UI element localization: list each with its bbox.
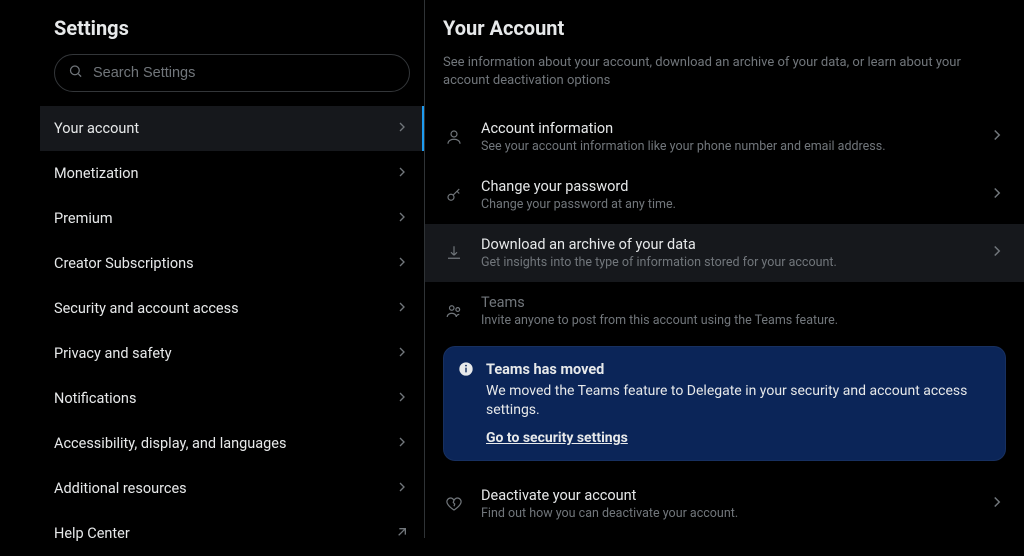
users-icon bbox=[443, 302, 465, 320]
nav-label: Security and account access bbox=[54, 300, 239, 317]
search-box bbox=[54, 54, 410, 92]
info-body: We moved the Teams feature to Delegate i… bbox=[486, 382, 991, 420]
chevron-right-icon bbox=[394, 254, 410, 274]
settings-title: Settings bbox=[40, 10, 424, 54]
row-body: Deactivate your account Find out how you… bbox=[481, 487, 972, 521]
row-sub: See your account information like your p… bbox=[481, 139, 972, 154]
nav-label: Your account bbox=[54, 120, 139, 137]
page-title: Your Account bbox=[425, 10, 1024, 54]
nav-label: Help Center bbox=[54, 525, 130, 542]
chevron-right-icon bbox=[394, 344, 410, 364]
nav-notifications[interactable]: Notifications bbox=[40, 376, 424, 421]
row-title: Teams bbox=[481, 294, 1006, 311]
settings-sidebar: Settings Your account Monetization Premi… bbox=[0, 0, 425, 538]
nav-label: Additional resources bbox=[54, 480, 187, 497]
row-body: Download an archive of your data Get ins… bbox=[481, 236, 972, 270]
row-body: Teams Invite anyone to post from this ac… bbox=[481, 294, 1006, 328]
row-teams: Teams Invite anyone to post from this ac… bbox=[425, 282, 1024, 340]
row-change-password[interactable]: Change your password Change your passwor… bbox=[425, 166, 1024, 224]
nav-help-center[interactable]: Help Center bbox=[40, 511, 424, 556]
nav-additional[interactable]: Additional resources bbox=[40, 466, 424, 511]
chevron-right-icon bbox=[394, 434, 410, 454]
row-title: Change your password bbox=[481, 178, 972, 195]
row-title: Download an archive of your data bbox=[481, 236, 972, 253]
info-icon bbox=[458, 361, 474, 381]
row-title: Account information bbox=[481, 120, 972, 137]
chevron-right-icon bbox=[988, 126, 1006, 148]
nav-label: Privacy and safety bbox=[54, 345, 172, 362]
nav-security[interactable]: Security and account access bbox=[40, 286, 424, 331]
search-wrap bbox=[40, 54, 424, 106]
chevron-right-icon bbox=[394, 164, 410, 184]
chevron-right-icon bbox=[988, 184, 1006, 206]
row-title: Deactivate your account bbox=[481, 487, 972, 504]
user-icon bbox=[443, 128, 465, 146]
teams-moved-notice: Teams has moved We moved the Teams featu… bbox=[443, 346, 1006, 461]
info-title: Teams has moved bbox=[486, 361, 991, 378]
go-to-security-link[interactable]: Go to security settings bbox=[486, 430, 628, 446]
main-panel: Your Account See information about your … bbox=[425, 0, 1024, 538]
nav-list: Your account Monetization Premium Creato… bbox=[40, 106, 424, 556]
nav-label: Monetization bbox=[54, 165, 139, 182]
chevron-right-icon bbox=[394, 119, 410, 139]
row-sub: Get insights into the type of informatio… bbox=[481, 255, 972, 270]
download-icon bbox=[443, 244, 465, 262]
search-input[interactable] bbox=[54, 54, 410, 92]
nav-label: Creator Subscriptions bbox=[54, 255, 194, 272]
row-account-info[interactable]: Account information See your account inf… bbox=[425, 108, 1024, 166]
nav-label: Premium bbox=[54, 210, 113, 227]
page-description: See information about your account, down… bbox=[425, 54, 1024, 108]
nav-your-account[interactable]: Your account bbox=[40, 106, 424, 151]
chevron-right-icon bbox=[988, 493, 1006, 515]
nav-accessibility[interactable]: Accessibility, display, and languages bbox=[40, 421, 424, 466]
chevron-right-icon bbox=[988, 242, 1006, 264]
row-body: Account information See your account inf… bbox=[481, 120, 972, 154]
external-link-icon bbox=[394, 524, 410, 544]
row-deactivate[interactable]: Deactivate your account Find out how you… bbox=[425, 475, 1024, 533]
row-sub: Change your password at any time. bbox=[481, 197, 972, 212]
nav-creator-subs[interactable]: Creator Subscriptions bbox=[40, 241, 424, 286]
chevron-right-icon bbox=[394, 299, 410, 319]
chevron-right-icon bbox=[394, 209, 410, 229]
nav-label: Notifications bbox=[54, 390, 136, 407]
row-body: Change your password Change your passwor… bbox=[481, 178, 972, 212]
chevron-right-icon bbox=[394, 479, 410, 499]
nav-premium[interactable]: Premium bbox=[40, 196, 424, 241]
nav-monetization[interactable]: Monetization bbox=[40, 151, 424, 196]
heartbreak-icon bbox=[443, 495, 465, 513]
nav-label: Accessibility, display, and languages bbox=[54, 435, 286, 452]
row-sub: Invite anyone to post from this account … bbox=[481, 313, 1006, 328]
key-icon bbox=[443, 186, 465, 204]
search-icon bbox=[68, 64, 83, 83]
row-download-archive[interactable]: Download an archive of your data Get ins… bbox=[425, 224, 1024, 282]
row-sub: Find out how you can deactivate your acc… bbox=[481, 506, 972, 521]
chevron-right-icon bbox=[394, 389, 410, 409]
nav-privacy[interactable]: Privacy and safety bbox=[40, 331, 424, 376]
